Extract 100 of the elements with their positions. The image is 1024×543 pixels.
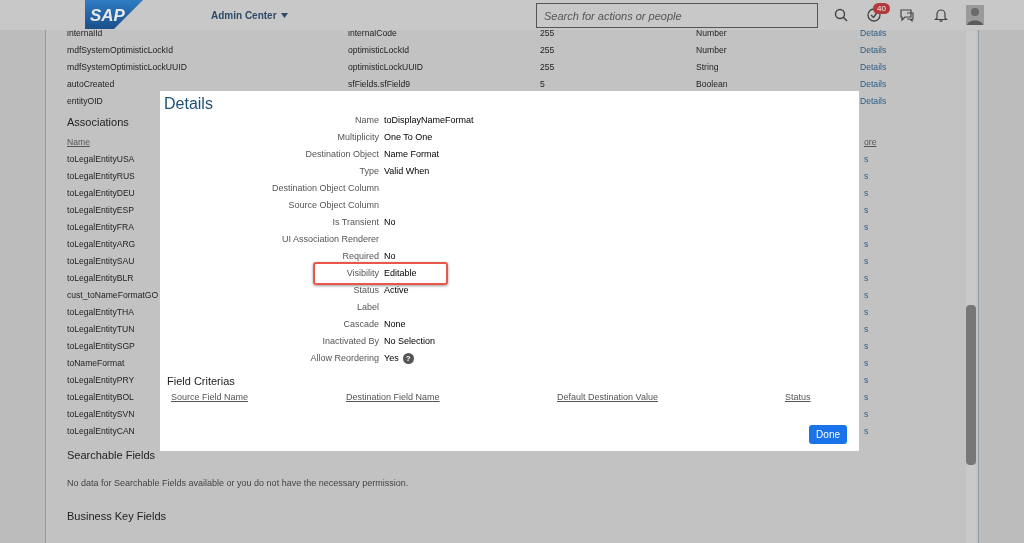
table-cell: toLegalEntityESP — [67, 204, 134, 217]
details-link[interactable]: s — [864, 255, 869, 268]
column-header[interactable]: ore — [864, 136, 877, 149]
table-cell: toLegalEntitySAU — [67, 255, 135, 268]
field-label: Is Transient — [332, 215, 379, 229]
table-cell: toLegalEntityFRA — [67, 221, 134, 234]
details-link[interactable]: Details — [860, 44, 887, 57]
scrollbar-thumb[interactable] — [966, 305, 976, 465]
field-label: Type — [359, 164, 379, 178]
search-icon[interactable] — [833, 7, 849, 23]
help-icon[interactable]: ? — [402, 353, 414, 364]
field-value: No Selection — [384, 334, 436, 348]
details-link[interactable]: s — [864, 357, 869, 370]
bell-icon[interactable] — [933, 7, 949, 23]
field-label: Destination Object — [305, 147, 379, 161]
table-cell: 255 — [540, 44, 555, 57]
details-link[interactable]: s — [864, 170, 869, 183]
table-cell: toLegalEntityDEU — [67, 187, 135, 200]
dialog-title: Details — [163, 94, 214, 112]
details-link[interactable]: s — [864, 221, 869, 234]
field-label: UI Association Renderer — [281, 232, 379, 246]
field-label: Cascade — [343, 317, 379, 331]
table-cell: cust_toNameFormatGO — [67, 289, 159, 302]
field-value: Editable — [384, 266, 417, 280]
table-cell: toLegalEntityBOL — [67, 391, 134, 404]
details-link[interactable]: s — [864, 408, 869, 421]
field-value: Yes — [384, 351, 399, 365]
table-cell: Number — [696, 44, 727, 57]
column-header[interactable]: Name — [67, 136, 90, 149]
field-value: No — [384, 249, 396, 263]
field-label: Destination Object Column — [271, 181, 379, 195]
details-link[interactable]: s — [864, 374, 869, 387]
details-link[interactable]: Details — [860, 78, 887, 91]
table-cell: toLegalEntityRUS — [67, 170, 135, 183]
table-cell: internalCode — [348, 27, 397, 40]
avatar-icon[interactable] — [966, 5, 984, 25]
table-cell: toLegalEntityTUN — [67, 323, 135, 336]
logo[interactable]: SAP — [85, 0, 143, 29]
details-link[interactable]: s — [864, 425, 869, 438]
details-link[interactable]: Details — [860, 95, 887, 108]
section-title: Searchable Fields — [67, 447, 156, 463]
field-value: Name Format — [384, 147, 439, 161]
column-header[interactable]: Source Field Name — [171, 390, 249, 405]
table-cell: toNameFormat — [67, 357, 125, 370]
table-cell: Boolean — [696, 78, 728, 91]
section-title: Field Criterias — [167, 373, 235, 389]
notification-count: 40 — [873, 3, 890, 14]
table-cell: 5 — [540, 78, 545, 91]
section-title: Business Key Fields — [67, 508, 167, 524]
table-cell: toLegalEntityTHA — [67, 306, 134, 319]
details-link[interactable]: s — [864, 391, 869, 404]
table-cell: sfFields.sfField9 — [348, 78, 411, 91]
table-cell: optimisticLockId — [348, 44, 410, 57]
chat-icon[interactable] — [899, 7, 915, 23]
details-link[interactable]: s — [864, 323, 869, 336]
field-value: Active — [384, 283, 409, 297]
table-cell: 255 — [540, 61, 555, 74]
table-cell: mdfSystemOptimisticLockUUID — [67, 61, 187, 74]
field-value: toDisplayNameFormat — [384, 113, 474, 127]
caret-icon — [280, 13, 288, 18]
details-link[interactable]: s — [864, 238, 869, 251]
table-cell: toLegalEntityUSA — [67, 153, 135, 166]
details-link[interactable]: Details — [860, 61, 887, 74]
column-header[interactable]: Status — [785, 390, 811, 405]
field-value: No — [384, 215, 396, 229]
details-link[interactable]: s — [864, 340, 869, 353]
field-label: Status — [353, 283, 379, 297]
table-cell: toLegalEntitySVN — [67, 408, 135, 421]
details-link[interactable]: s — [864, 289, 869, 302]
table-cell: toLegalEntityCAN — [67, 425, 135, 438]
field-label: Required — [342, 249, 379, 263]
table-cell: internalId — [67, 27, 103, 40]
field-label: Allow Reordering — [310, 351, 379, 365]
field-value: None — [384, 317, 406, 331]
table-cell: toLegalEntitySGP — [67, 340, 135, 353]
field-label: Inactivated By — [322, 334, 379, 348]
table-cell: toLegalEntityBLR — [67, 272, 134, 285]
details-link[interactable]: s — [864, 187, 869, 200]
table-cell: entityOID — [67, 95, 103, 108]
empty-message: No data for Searchable Fields available or you do not have the necessary permission. — [67, 477, 409, 491]
field-label: Visibility — [346, 266, 379, 280]
details-link[interactable]: Details — [860, 27, 887, 40]
details-link[interactable]: s — [864, 204, 869, 217]
field-label: Label — [356, 300, 379, 314]
field-label: Name — [355, 113, 379, 127]
table-cell: toLegalEntityARG — [67, 238, 136, 251]
menu-button[interactable]: Admin Center — [211, 8, 288, 23]
table-cell: toLegalEntityPRY — [67, 374, 135, 387]
scrollbar[interactable] — [966, 31, 976, 543]
search-field[interactable]: Search for actions or people — [536, 3, 818, 28]
column-header[interactable]: Default Destination Value — [557, 390, 658, 405]
column-header[interactable]: Destination Field Name — [346, 390, 440, 405]
done-button[interactable]: Done — [809, 425, 847, 444]
details-link[interactable]: s — [864, 153, 869, 166]
table-cell: mdfSystemOptimisticLockId — [67, 44, 174, 57]
details-link[interactable]: s — [864, 272, 869, 285]
table-cell: Number — [696, 27, 727, 40]
details-link[interactable]: s — [864, 306, 869, 319]
field-value: One To One — [384, 130, 433, 144]
table-cell: autoCreated — [67, 78, 115, 91]
